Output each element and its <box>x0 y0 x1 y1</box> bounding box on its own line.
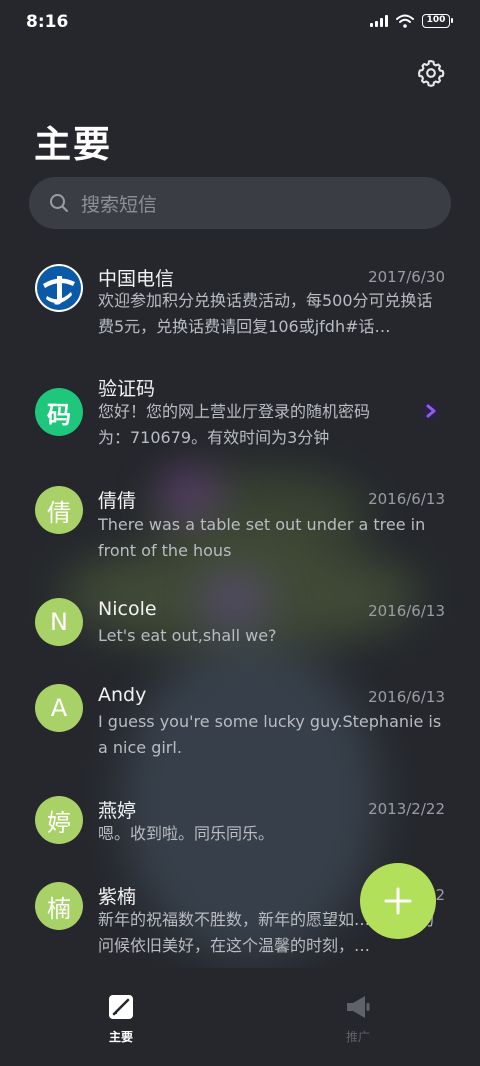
gear-icon <box>418 60 445 87</box>
contact-name: Andy <box>98 684 147 706</box>
contact-avatar: 码 <box>35 388 83 436</box>
message-date: 2 <box>435 886 445 904</box>
messages-screen: 8:16 100 主要 搜索短信 中国电信 2017/6/30 欢迎参加积分兑换… <box>0 0 480 1066</box>
contact-avatar: 楠 <box>35 882 83 930</box>
plus-icon <box>384 887 412 915</box>
tab-promotion-label: 推广 <box>345 1030 370 1044</box>
message-date: 2016/6/13 <box>368 490 445 508</box>
message-preview: Let's eat out,shall we? <box>98 626 277 645</box>
new-message-button[interactable] <box>360 863 436 939</box>
conversation-item[interactable]: 婷 燕婷 2013/2/22 嗯。收到啦。同乐同乐。 <box>0 784 480 864</box>
conversation-item[interactable]: N Nicole 2016/6/13 Let's eat out,shall w… <box>0 586 480 666</box>
tab-promotion[interactable]: 推广 <box>318 994 398 1045</box>
message-preview: 您好！您的网上营业厅登录的随机密码为：710679。有效时间为3分钟 <box>98 402 371 447</box>
compose-icon <box>109 995 133 1019</box>
search-input[interactable]: 搜索短信 <box>29 177 451 229</box>
tab-main-label: 主要 <box>108 1030 133 1044</box>
message-date: 2016/6/13 <box>368 602 445 620</box>
chevron-right-icon <box>422 402 440 420</box>
china-telecom-logo-icon <box>37 266 81 310</box>
message-date: 2017/6/30 <box>368 268 445 286</box>
bottom-nav: 主要 推广 <box>0 968 480 1066</box>
message-preview: There was a table set out under a tree i… <box>98 515 426 560</box>
tab-main[interactable]: 主要 <box>81 994 161 1045</box>
contact-avatar: 婷 <box>35 796 83 844</box>
message-date: 2013/2/22 <box>368 800 445 818</box>
contact-name: 倩倩 <box>98 490 137 512</box>
message-preview: 欢迎参加积分兑换话费活动，每500分可兑换话费5元，兑换话费请回复106或jfd… <box>98 291 433 336</box>
status-icons: 100 <box>370 14 453 28</box>
contact-name: Nicole <box>98 598 157 620</box>
megaphone-icon <box>347 996 370 1018</box>
contact-avatar: A <box>35 684 83 732</box>
battery-icon: 100 <box>422 14 453 28</box>
conversation-item[interactable]: 倩 倩倩 2016/6/13 There was a table set out… <box>0 474 480 574</box>
contact-name: 验证码 <box>98 378 156 400</box>
search-icon <box>50 194 68 212</box>
status-bar: 8:16 100 <box>0 0 480 46</box>
signal-icon <box>370 15 388 27</box>
conversation-item[interactable]: 码 验证码 您好！您的网上营业厅登录的随机密码为：710679。有效时间为3分钟 <box>0 362 480 462</box>
conversation-item[interactable]: 中国电信 2017/6/30 欢迎参加积分兑换话费活动，每500分可兑换话费5元… <box>0 252 480 352</box>
page-title: 主要 <box>34 123 112 166</box>
contact-avatar: N <box>35 598 83 646</box>
contact-name: 紫楠 <box>98 886 137 908</box>
contact-avatar: 倩 <box>35 486 83 534</box>
china-telecom-logo-avatar <box>35 264 83 312</box>
message-date: 2016/6/13 <box>368 688 445 706</box>
settings-button[interactable] <box>414 56 448 90</box>
contact-name: 中国电信 <box>98 268 175 290</box>
contact-name: 燕婷 <box>98 800 137 822</box>
search-placeholder: 搜索短信 <box>81 193 158 216</box>
status-time: 8:16 <box>26 12 69 32</box>
wifi-icon <box>396 14 414 28</box>
conversation-item[interactable]: A Andy 2016/6/13 I guess you're some luc… <box>0 672 480 772</box>
message-preview: 嗯。收到啦。同乐同乐。 <box>98 824 275 843</box>
message-preview: I guess you're some lucky guy.Stephanie … <box>98 712 442 757</box>
